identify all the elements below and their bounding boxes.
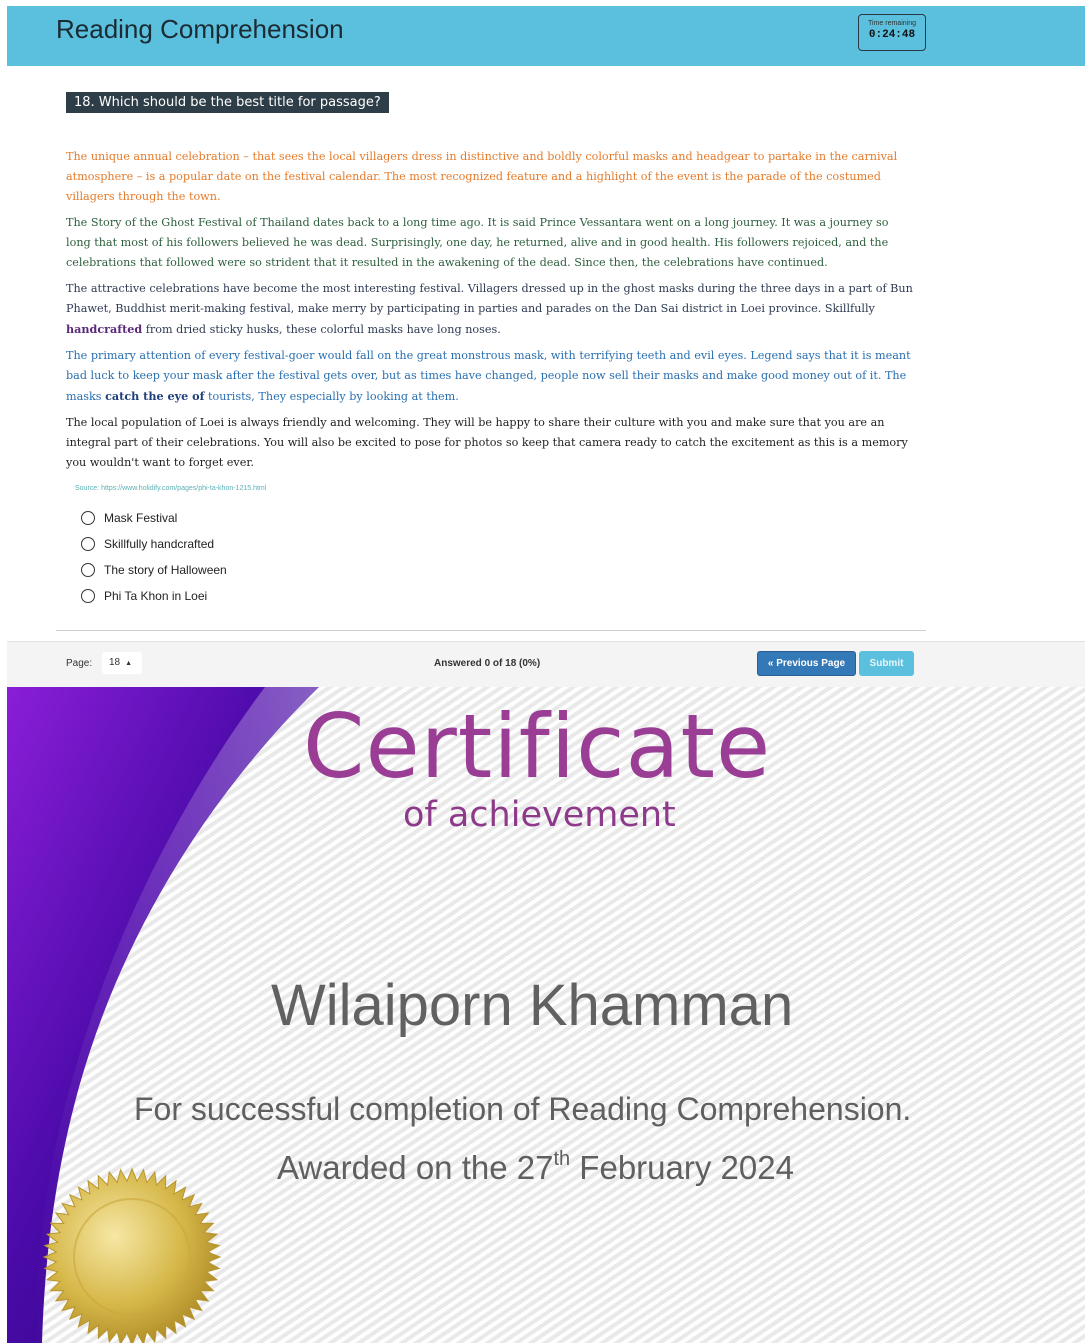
page-select[interactable]: 18 ▲ — [102, 652, 142, 674]
recipient-name: Wilaiporn Khamman — [271, 973, 794, 1038]
certificate-description: For successful completion of Reading Com… — [134, 1091, 912, 1127]
option-label: The story of Halloween — [104, 563, 227, 577]
answer-option[interactable]: Skillfully handcrafted — [81, 535, 214, 553]
option-label: Phi Ta Khon in Loei — [104, 589, 208, 603]
award-date-rest: February 2024 — [570, 1149, 794, 1186]
radio-button[interactable] — [81, 563, 95, 577]
certificate-subtitle: of achievement — [403, 795, 676, 835]
radio-button[interactable] — [81, 589, 95, 603]
passage-paragraph-2: The Story of the Ghost Festival of Thail… — [66, 216, 889, 269]
question-title: 18. Which should be the best title for p… — [66, 92, 389, 113]
radio-button[interactable] — [81, 537, 95, 551]
answer-option[interactable]: Mask Festival — [81, 509, 177, 527]
passage-paragraph-1: The unique annual celebration – that see… — [66, 150, 898, 203]
certificate: Certificate of achievement Wilaiporn Kha… — [7, 687, 1085, 1343]
quiz-header: Reading Comprehension Time remaining 0:2… — [7, 6, 1085, 66]
page-label: Page: — [66, 658, 93, 669]
chevron-down-icon: ▲ — [125, 660, 133, 667]
passage-bold-term: handcrafted — [66, 322, 143, 336]
passage-text: from dried sticky husks, these colorful … — [142, 323, 501, 336]
previous-page-button[interactable]: « Previous Page — [757, 651, 856, 676]
quiz-footer: Page: 18 ▲ Answered 0 of 18 (0%) « Previo… — [7, 641, 1085, 687]
submit-button[interactable]: Submit — [859, 651, 914, 676]
option-label: Mask Festival — [104, 511, 178, 525]
page-title: Reading Comprehension — [56, 14, 344, 44]
divider — [56, 630, 926, 631]
gold-seal-icon — [42, 1167, 222, 1343]
passage-text: tourists, They especially by looking at … — [204, 390, 459, 403]
source-citation: Source: https://www.holidify.com/pages/p… — [75, 485, 267, 492]
passage-bold-term: catch the eye of — [105, 389, 205, 403]
passage-paragraph-5: The local population of Loei is always f… — [66, 416, 908, 469]
timer-value: 0:24:48 — [868, 29, 916, 41]
passage-paragraph-4: The primary attention of every festival-… — [66, 346, 916, 407]
certificate-title: Certificate — [303, 695, 772, 798]
award-date-ordinal: th — [553, 1148, 571, 1170]
option-label: Skillfully handcrafted — [104, 537, 215, 551]
answer-option[interactable]: Phi Ta Khon in Loei — [81, 587, 207, 605]
radio-button[interactable] — [81, 511, 95, 525]
answer-option[interactable]: The story of Halloween — [81, 561, 227, 579]
quiz-screen: Reading Comprehension Time remaining 0:2… — [7, 6, 1085, 687]
award-date: Awarded on the 27th February 2024 — [277, 1148, 794, 1186]
passage-text: The attractive celebrations have become … — [66, 282, 913, 315]
answered-status: Answered 0 of 18 (0%) — [434, 658, 541, 669]
timer-box: Time remaining 0:24:48 — [858, 14, 926, 51]
award-date-prefix: Awarded on the 27 — [277, 1149, 554, 1186]
page-select-value: 18 — [109, 657, 121, 668]
timer-label: Time remaining — [868, 20, 916, 27]
passage-paragraph-3: The attractive celebrations have become … — [66, 279, 916, 340]
